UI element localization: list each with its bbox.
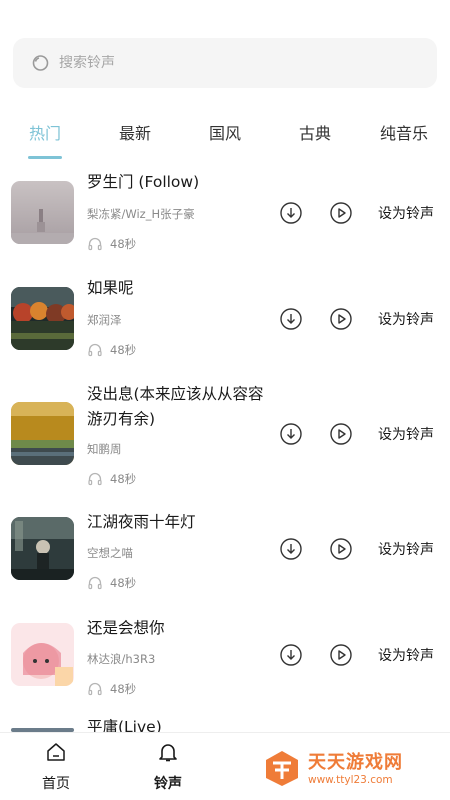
tab-classical[interactable]: 古典	[299, 120, 331, 144]
album-cover	[11, 402, 74, 465]
song-title: 罗生门 (Follow)	[87, 173, 200, 191]
song-duration: 48秒	[87, 471, 136, 487]
album-cover	[11, 181, 74, 244]
duration-text: 48秒	[110, 576, 137, 590]
song-title: 平庸(Live)	[87, 718, 162, 732]
headphone-icon	[87, 681, 103, 697]
song-title: 没出息(本来应该从从容容游刃有余)	[87, 385, 264, 428]
watermark-title: 天天游戏网	[308, 752, 403, 773]
set-ringtone-button[interactable]: 设为铃声	[378, 645, 434, 665]
watermark-logo-icon	[262, 748, 302, 792]
nav-home[interactable]: 首页	[42, 741, 70, 793]
album-cover	[11, 287, 74, 350]
set-ringtone-button[interactable]: 设为铃声	[378, 539, 434, 559]
headphone-icon	[87, 236, 103, 252]
song-artist: 郑润泽	[87, 313, 122, 327]
song-title: 还是会想你	[87, 619, 165, 637]
ringtone-list: 罗生门 (Follow) 梨冻紧/Wiz_H张子豪 48秒 设为铃声 如果呢 郑…	[0, 162, 450, 732]
set-ringtone-button[interactable]: 设为铃声	[378, 424, 434, 444]
headphone-icon	[87, 342, 103, 358]
headphone-icon	[87, 575, 103, 591]
watermark: 天天游戏网 www.ttyl23.com	[262, 748, 432, 792]
tab-pure-music[interactable]: 纯音乐	[380, 120, 428, 144]
song-duration: 48秒	[87, 342, 136, 358]
play-icon[interactable]	[329, 201, 353, 225]
song-title: 江湖夜雨十年灯	[87, 513, 196, 531]
download-icon[interactable]	[279, 307, 303, 331]
search-bar[interactable]	[13, 38, 437, 88]
album-cover	[11, 623, 74, 686]
category-tabs: 热门 最新 国风 古典 纯音乐	[0, 112, 450, 162]
song-artist: 空想之喵	[87, 546, 133, 560]
duration-text: 48秒	[110, 343, 137, 357]
album-cover	[11, 517, 74, 580]
set-ringtone-button[interactable]: 设为铃声	[378, 203, 434, 223]
duration-text: 48秒	[110, 682, 137, 696]
song-artist: 林达浪/h3R3	[87, 652, 156, 666]
play-icon[interactable]	[329, 643, 353, 667]
song-title: 如果呢	[87, 279, 134, 297]
song-duration: 48秒	[87, 236, 136, 252]
nav-home-label: 首页	[42, 776, 70, 792]
nav-ringtone[interactable]: 铃声	[154, 741, 182, 793]
nav-ringtone-label: 铃声	[154, 776, 182, 792]
active-tab-indicator	[28, 156, 62, 159]
tab-guofeng[interactable]: 国风	[209, 120, 241, 144]
song-artist: 知鹏周	[87, 442, 122, 456]
download-icon[interactable]	[279, 201, 303, 225]
play-icon[interactable]	[329, 422, 353, 446]
duration-text: 48秒	[110, 237, 137, 251]
download-icon[interactable]	[279, 422, 303, 446]
duration-text: 48秒	[110, 472, 137, 486]
tab-hot[interactable]: 热门	[29, 120, 61, 144]
download-icon[interactable]	[279, 643, 303, 667]
home-icon	[45, 741, 67, 767]
headphone-icon	[87, 471, 103, 487]
bell-icon	[157, 741, 179, 767]
set-ringtone-button[interactable]: 设为铃声	[378, 309, 434, 329]
watermark-url: www.ttyl23.com	[308, 774, 393, 786]
song-artist: 梨冻紧/Wiz_H张子豪	[87, 207, 195, 221]
tab-latest[interactable]: 最新	[119, 120, 151, 144]
search-icon	[31, 53, 51, 73]
song-duration: 48秒	[87, 681, 136, 697]
play-icon[interactable]	[329, 307, 353, 331]
download-icon[interactable]	[279, 537, 303, 561]
song-duration: 48秒	[87, 575, 136, 591]
play-icon[interactable]	[329, 537, 353, 561]
search-input[interactable]	[59, 55, 399, 71]
